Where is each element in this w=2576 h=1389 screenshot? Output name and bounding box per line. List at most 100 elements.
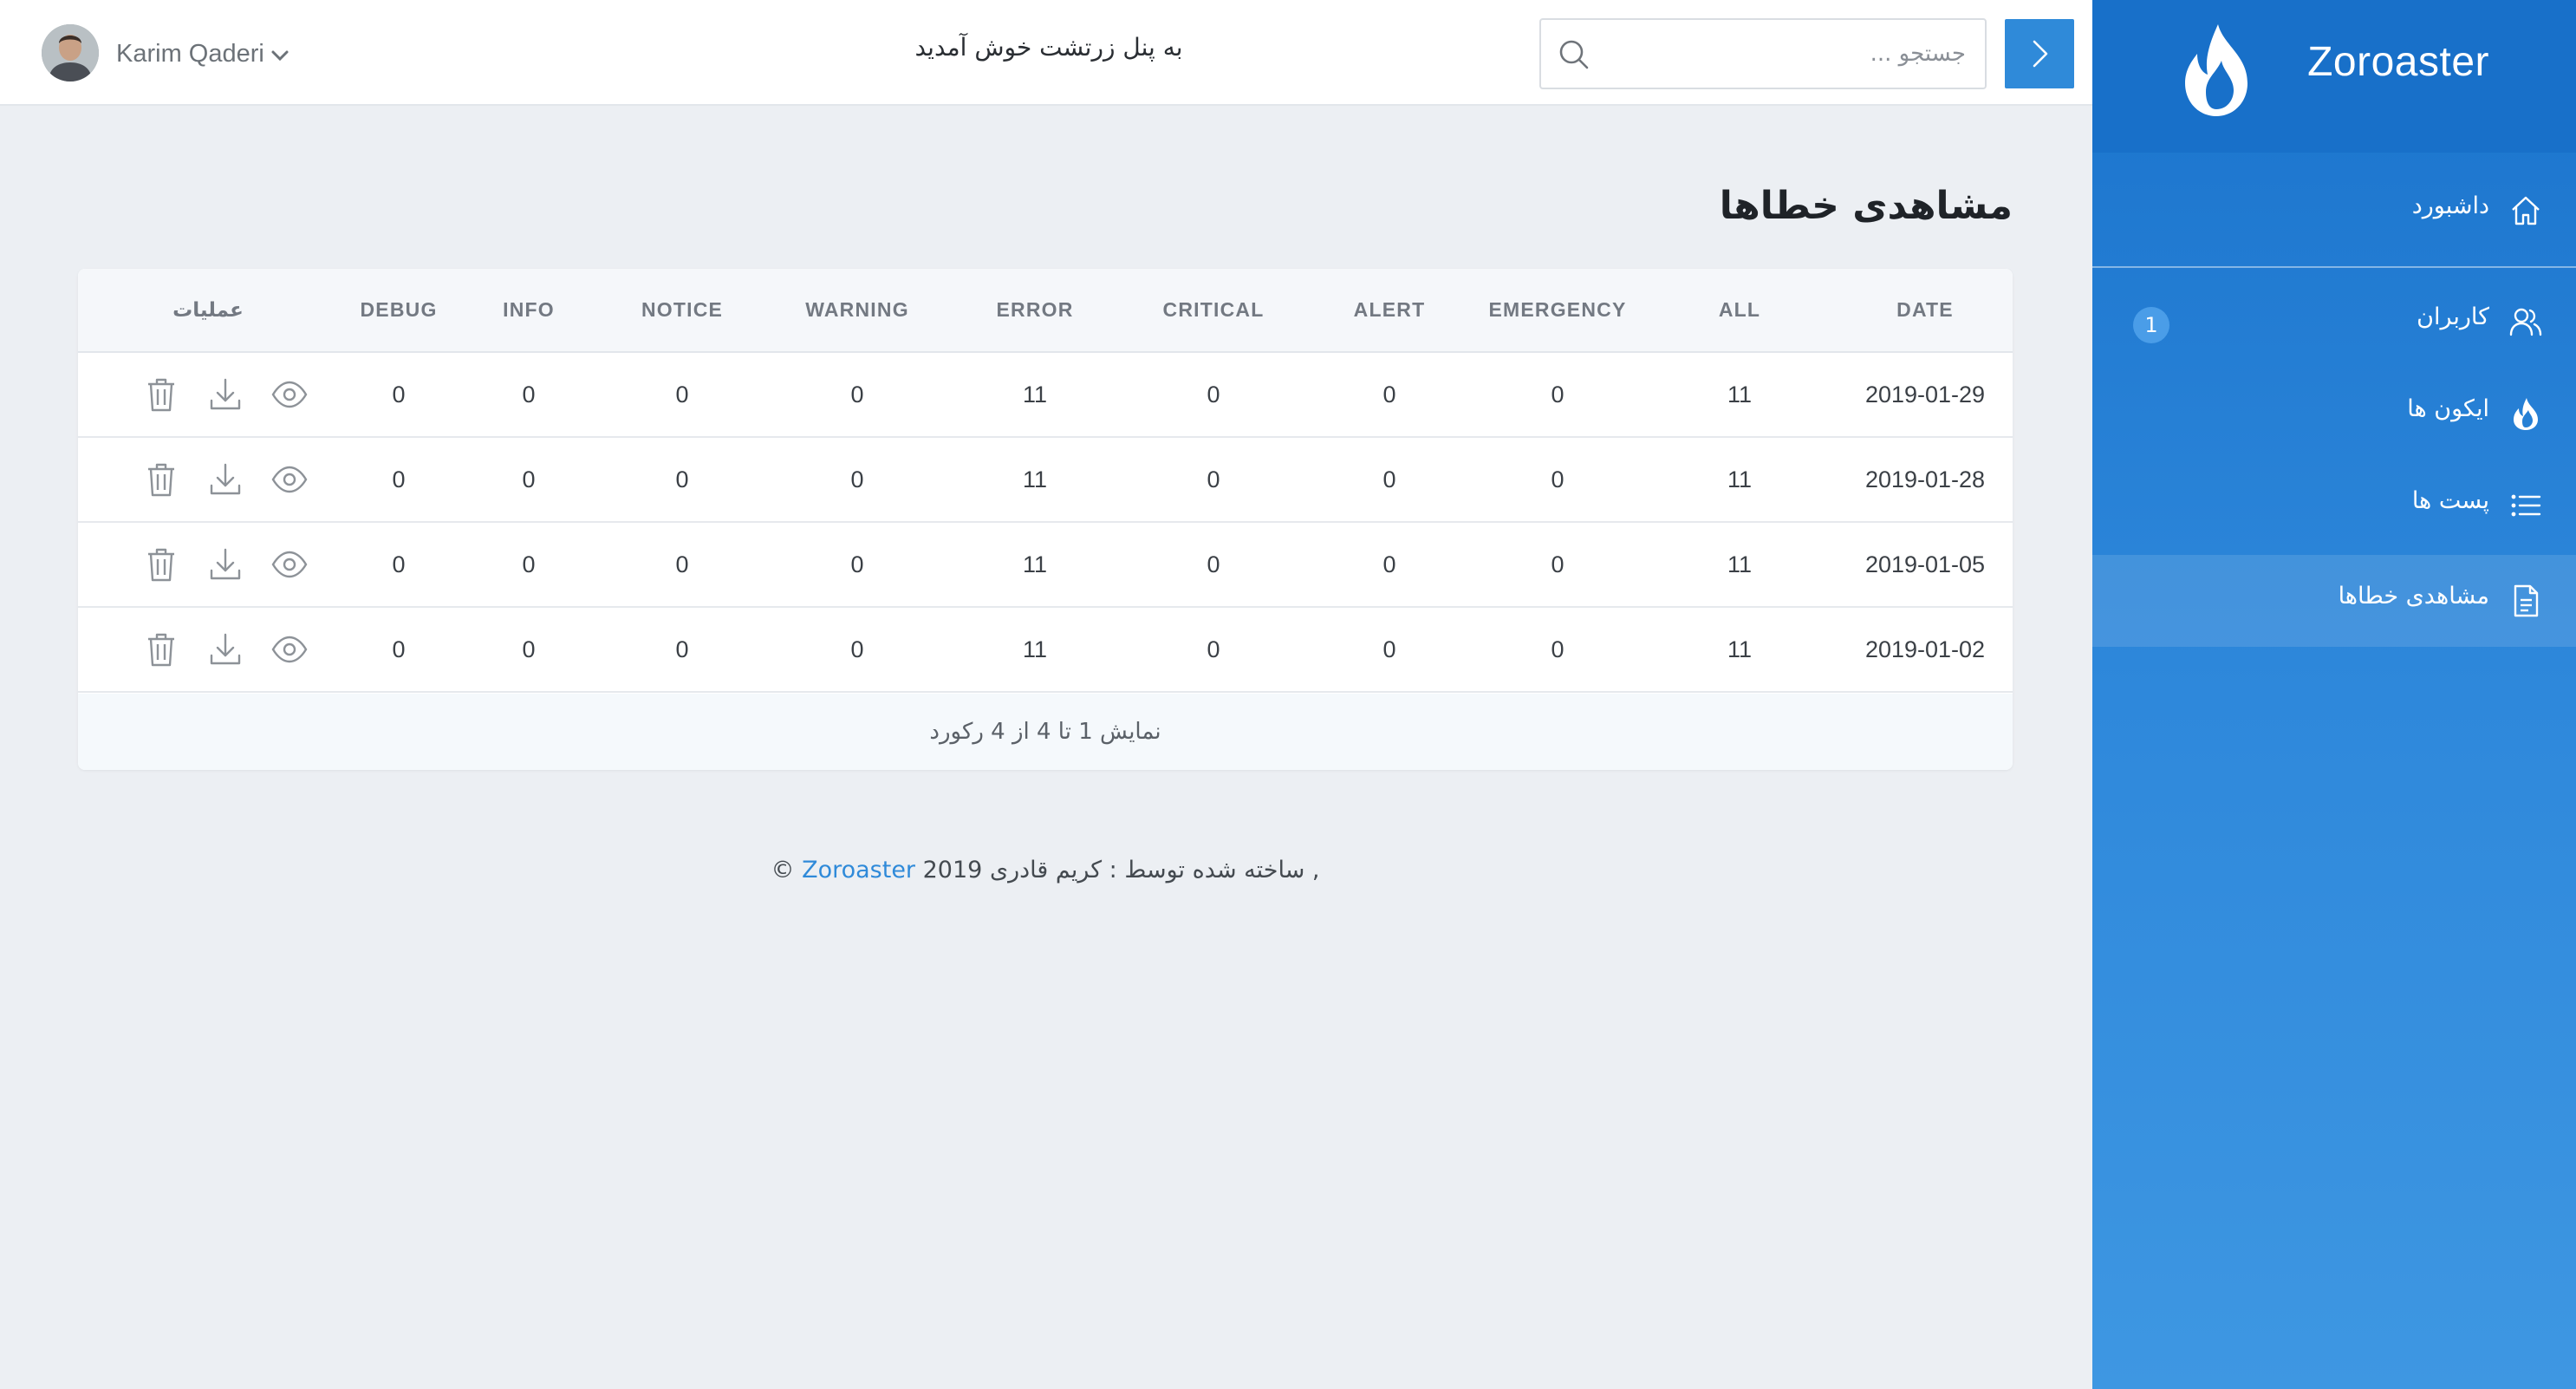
cell-info: 0 <box>459 522 598 608</box>
table-header-row: عملیات DEBUG INFO NOTICE WARNING ERROR C… <box>78 269 2013 353</box>
cell-error: 11 <box>948 352 1122 438</box>
cell-error: 11 <box>948 607 1122 693</box>
col-header-info[interactable]: INFO <box>459 269 598 353</box>
col-header-alert[interactable]: ALERT <box>1305 269 1473 353</box>
cell-notice: 0 <box>598 607 766 693</box>
col-header-debug[interactable]: DEBUG <box>338 269 459 353</box>
cell-info: 0 <box>459 437 598 523</box>
delete-icon[interactable] <box>143 376 179 413</box>
logs-card: عملیات DEBUG INFO NOTICE WARNING ERROR C… <box>78 269 2013 770</box>
view-icon[interactable] <box>271 631 308 668</box>
cell-debug: 0 <box>338 437 459 523</box>
col-header-critical[interactable]: CRITICAL <box>1122 269 1305 353</box>
sidebar-toggle-button[interactable] <box>2005 19 2074 88</box>
sidebar-item-label: کاربران <box>2417 303 2489 330</box>
table-row: 0 0 0 0 11 0 0 0 11 2019-01-28 <box>78 437 2013 523</box>
cell-critical: 0 <box>1122 522 1305 608</box>
cell-all: 11 <box>1642 352 1838 438</box>
cell-alert: 0 <box>1305 437 1473 523</box>
cell-info: 0 <box>459 607 598 693</box>
cell-notice: 0 <box>598 522 766 608</box>
col-header-all[interactable]: ALL <box>1642 269 1838 353</box>
cell-alert: 0 <box>1305 607 1473 693</box>
sidebar-item-posts[interactable]: پست ها <box>2092 460 2576 551</box>
sidebar: Zoroaster داشبورد کاربران 1 ایکون ها پست… <box>2092 0 2576 1389</box>
view-icon[interactable] <box>271 376 308 413</box>
table-row: 0 0 0 0 11 0 0 0 11 2019-01-29 <box>78 352 2013 438</box>
cell-debug: 0 <box>338 607 459 693</box>
table-pagination-info: نمایش 1 تا 4 از 4 رکورد <box>78 694 2013 770</box>
col-header-notice[interactable]: NOTICE <box>598 269 766 353</box>
search-input[interactable] <box>1602 20 1966 88</box>
delete-icon[interactable] <box>143 461 179 498</box>
sidebar-item-label: ایکون ها <box>2407 395 2489 422</box>
cell-critical: 0 <box>1122 437 1305 523</box>
cell-critical: 0 <box>1122 352 1305 438</box>
sidebar-item-label: پست ها <box>2411 487 2489 514</box>
cell-notice: 0 <box>598 437 766 523</box>
cell-debug: 0 <box>338 522 459 608</box>
view-icon[interactable] <box>271 461 308 498</box>
footer-credit: , ساخته شده توسط : کریم قادری <box>989 857 1320 884</box>
cell-warning: 0 <box>766 522 948 608</box>
download-icon[interactable] <box>207 631 244 668</box>
cell-info: 0 <box>459 352 598 438</box>
sidebar-item-label: داشبورد <box>2411 192 2489 219</box>
brand[interactable]: Zoroaster <box>2092 0 2576 153</box>
list-icon <box>2511 494 2541 517</box>
search-icon[interactable] <box>1557 37 1591 72</box>
col-header-error[interactable]: ERROR <box>948 269 1122 353</box>
flame-logo-icon <box>2185 24 2247 116</box>
cell-critical: 0 <box>1122 607 1305 693</box>
cell-error: 11 <box>948 437 1122 523</box>
user-name: Karim Qaderi <box>116 40 264 68</box>
cell-emergency: 0 <box>1473 522 1642 608</box>
cell-warning: 0 <box>766 607 948 693</box>
table-row: 0 0 0 0 11 0 0 0 11 2019-01-02 <box>78 607 2013 693</box>
delete-icon[interactable] <box>143 546 179 583</box>
download-icon[interactable] <box>207 376 244 413</box>
sidebar-divider <box>2092 266 2576 268</box>
cell-all: 11 <box>1642 437 1838 523</box>
cell-all: 11 <box>1642 607 1838 693</box>
search-box <box>1539 18 1987 89</box>
table-row: 0 0 0 0 11 0 0 0 11 2019-01-05 <box>78 522 2013 608</box>
download-icon[interactable] <box>207 461 244 498</box>
chevron-right-icon <box>2033 40 2048 68</box>
cell-alert: 0 <box>1305 352 1473 438</box>
cell-date: 2019-01-05 <box>1838 522 2013 608</box>
sidebar-item-icons[interactable]: ایکون ها <box>2092 368 2576 460</box>
users-icon <box>2509 308 2542 336</box>
page-title: مشاهدی خطاها <box>1719 184 2013 228</box>
cell-date: 2019-01-29 <box>1838 352 2013 438</box>
cell-all: 11 <box>1642 522 1838 608</box>
avatar <box>42 24 99 82</box>
footer-brand-link[interactable]: Zoroaster <box>802 857 915 884</box>
cell-emergency: 0 <box>1473 607 1642 693</box>
cell-notice: 0 <box>598 352 766 438</box>
cell-date: 2019-01-28 <box>1838 437 2013 523</box>
brand-name: Zoroaster <box>2307 39 2489 85</box>
site-footer: , ساخته شده توسط : کریم قادری Zoroaster … <box>607 857 1484 884</box>
col-header-operations: عملیات <box>78 269 338 353</box>
cell-date: 2019-01-02 <box>1838 607 2013 693</box>
cell-emergency: 0 <box>1473 437 1642 523</box>
chevron-down-icon <box>271 50 289 62</box>
download-icon[interactable] <box>207 546 244 583</box>
document-icon <box>2514 584 2539 617</box>
col-header-warning[interactable]: WARNING <box>766 269 948 353</box>
col-header-emergency[interactable]: EMERGENCY <box>1473 269 1642 353</box>
delete-icon[interactable] <box>143 631 179 668</box>
cell-emergency: 0 <box>1473 352 1642 438</box>
flame-icon <box>2514 398 2538 430</box>
sidebar-item-label: مشاهدی خطاها <box>2338 583 2489 610</box>
cell-alert: 0 <box>1305 522 1473 608</box>
sidebar-item-error-logs[interactable]: مشاهدی خطاها <box>2092 555 2576 647</box>
cell-warning: 0 <box>766 437 948 523</box>
topbar: Karim Qaderi به پنل زرتشت خوش آمدید <box>0 0 2092 106</box>
users-count-badge: 1 <box>2133 307 2169 343</box>
col-header-date[interactable]: DATE <box>1838 269 2013 353</box>
sidebar-item-dashboard[interactable]: داشبورد <box>2092 165 2576 257</box>
view-icon[interactable] <box>271 546 308 583</box>
cell-error: 11 <box>948 522 1122 608</box>
